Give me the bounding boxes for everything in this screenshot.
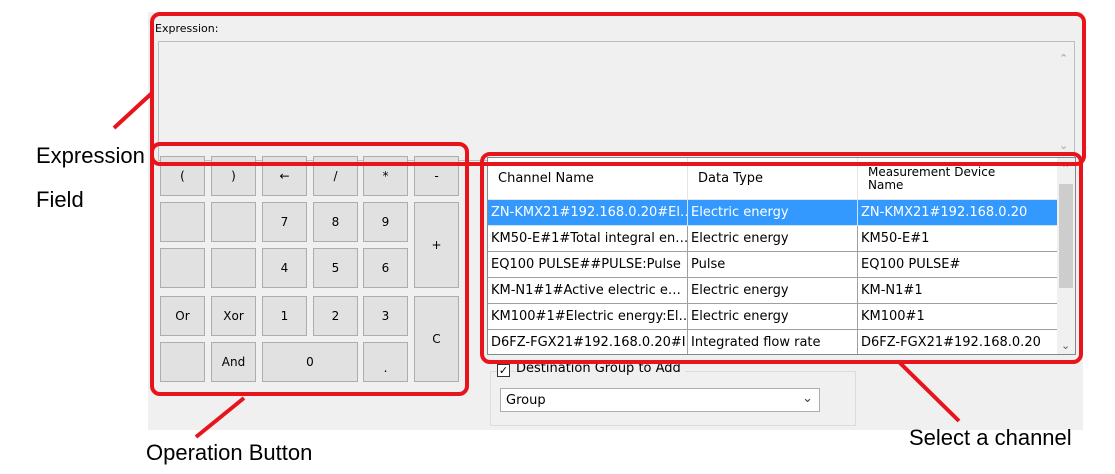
annotation-lines — [112, 91, 961, 439]
annotation-select-channel: Select a channel — [909, 425, 1072, 450]
channel-pointer-line — [897, 360, 961, 423]
expression-pointer-line — [112, 91, 154, 130]
operation-pointer-line — [194, 396, 246, 439]
annotation-operation-button: Operation Button — [146, 440, 313, 465]
annotation-field: Field — [36, 187, 84, 212]
annotation-expression: Expression — [36, 143, 145, 168]
